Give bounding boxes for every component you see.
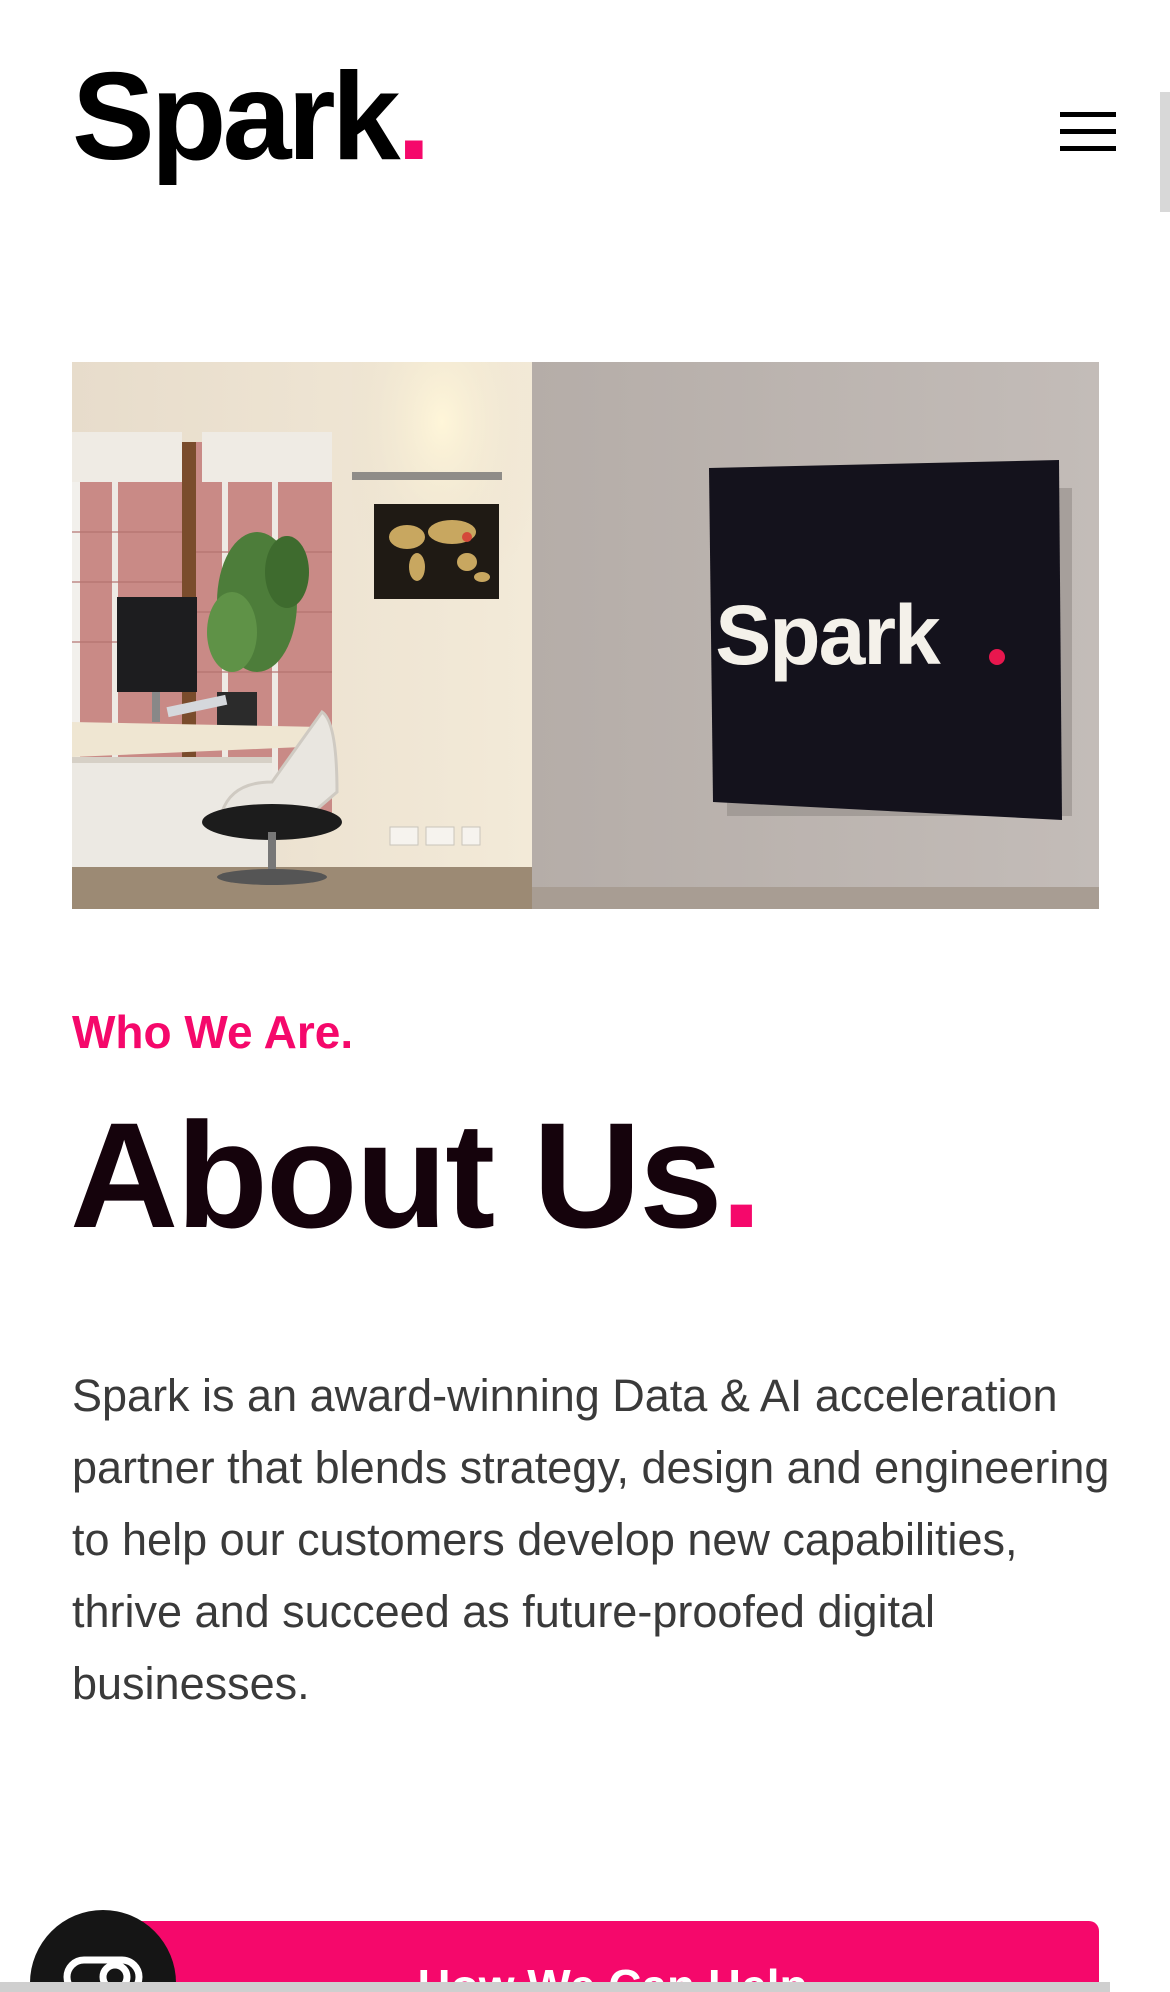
- logo-text: Spark: [72, 48, 401, 186]
- sign-text: Spark: [715, 588, 941, 682]
- section-eyebrow: Who We Are.: [72, 1006, 354, 1058]
- hamburger-menu-icon[interactable]: [1060, 110, 1120, 154]
- scrollbar[interactable]: [1160, 92, 1170, 212]
- spark-logo[interactable]: Spark.: [72, 55, 431, 179]
- page-title: About Us.: [70, 1100, 762, 1250]
- title-dot: .: [720, 1091, 763, 1259]
- bottom-scrollbar[interactable]: [0, 1982, 1110, 1992]
- office-photo: Spark: [72, 362, 1099, 909]
- page: Spark. Spark Who We Are. About Us. Spark…: [0, 0, 1170, 1992]
- sign-dot: [989, 649, 1005, 665]
- logo-dot: .: [396, 48, 432, 186]
- title-text: About Us: [70, 1091, 723, 1259]
- about-description: Spark is an award-winning Data & AI acce…: [72, 1370, 1110, 1709]
